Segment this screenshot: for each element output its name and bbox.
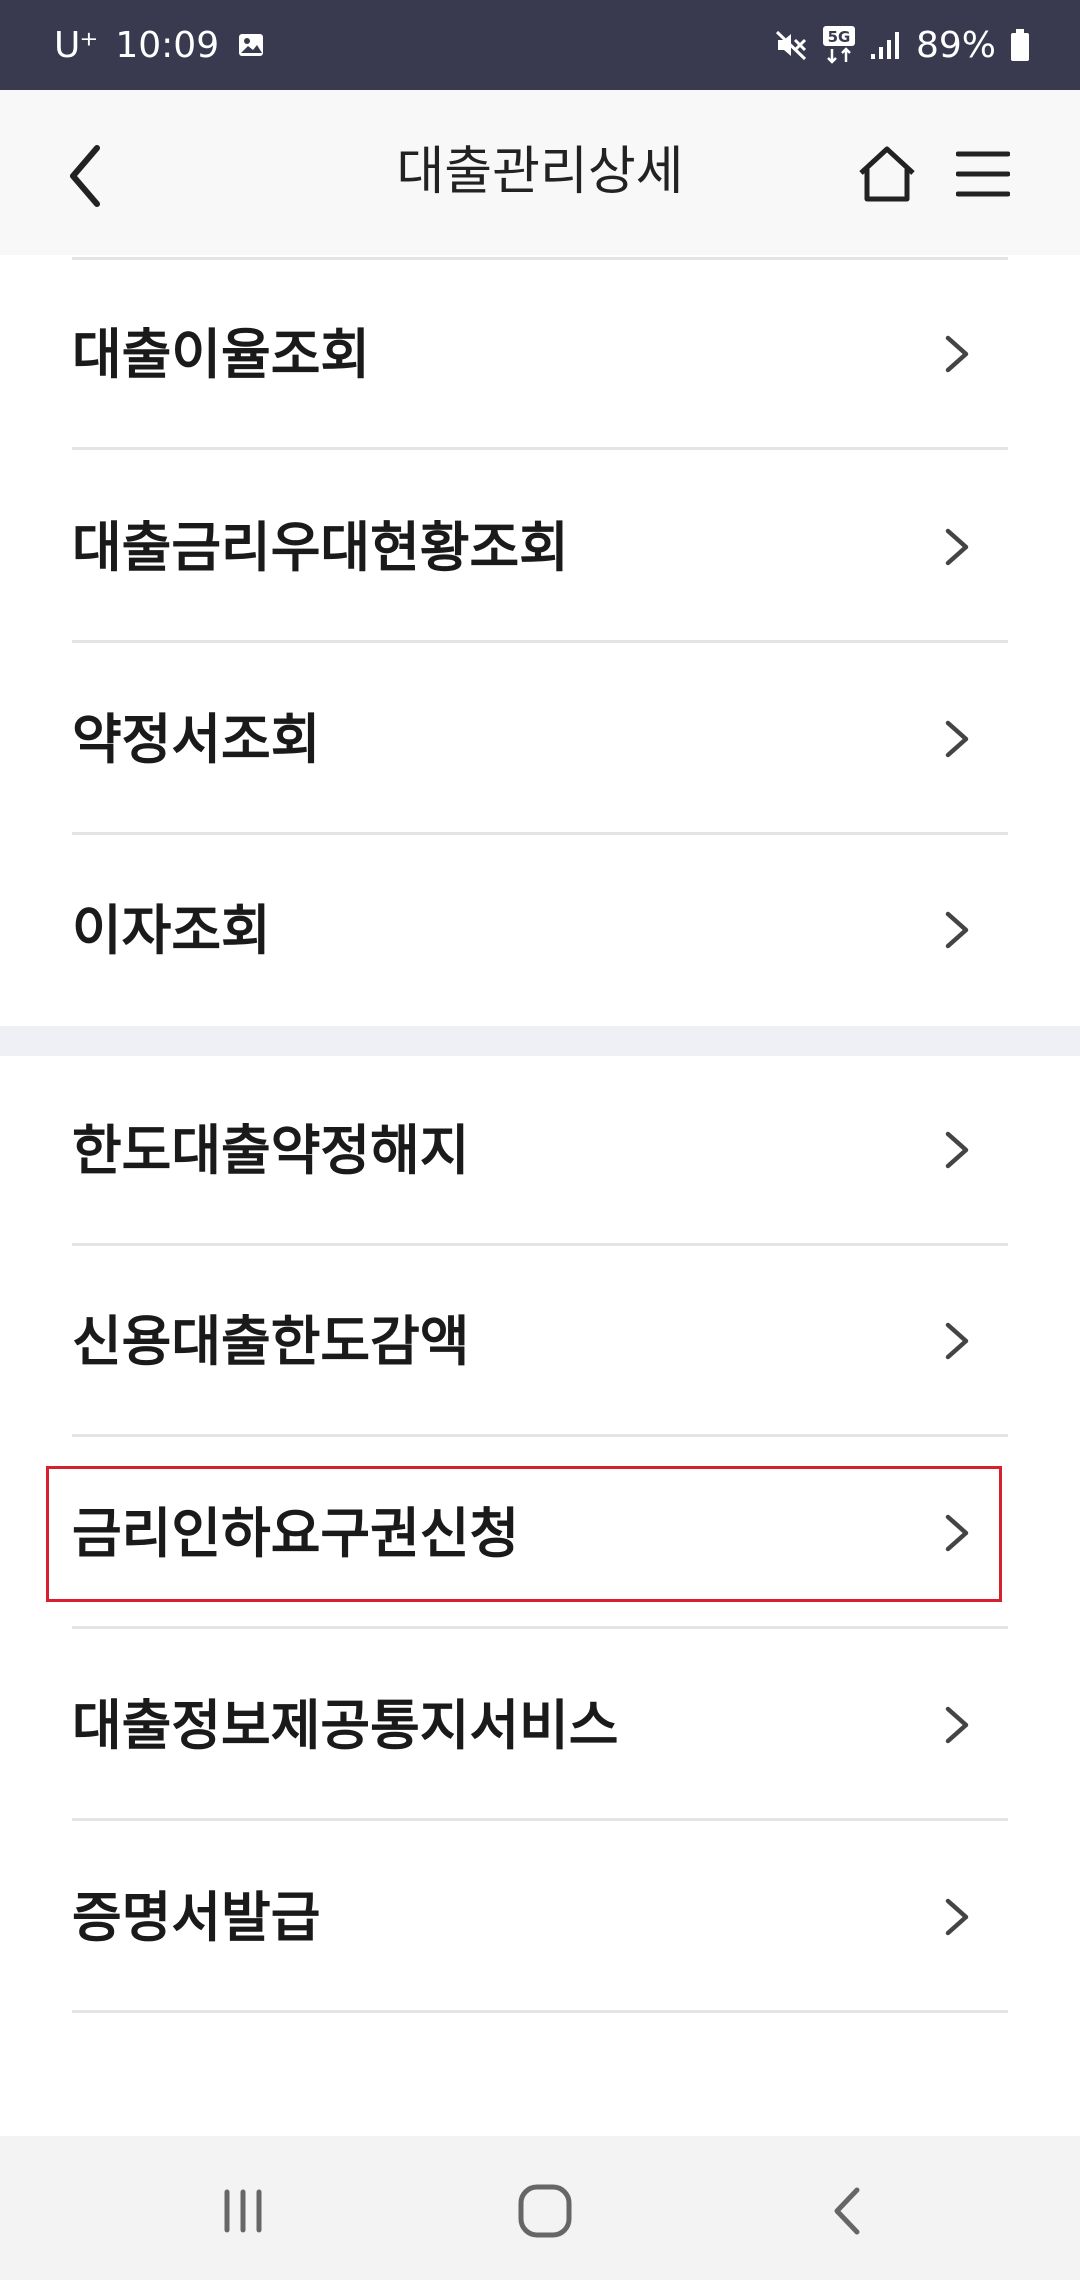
menu-item-rate-cut-request[interactable]: 금리인하요구권신청: [72, 1439, 1008, 1629]
5g-data-icon: 5G: [822, 25, 856, 65]
menu-item-label: 대출이율조회: [72, 323, 371, 386]
status-left: U⁺ 10:09: [54, 0, 265, 90]
recent-apps-button[interactable]: [198, 2166, 288, 2256]
chevron-right-icon: [945, 1898, 969, 1936]
chevron-right-icon: [945, 1514, 969, 1552]
chevron-right-icon: [945, 1706, 969, 1744]
system-back-button[interactable]: [802, 2166, 892, 2256]
back-button[interactable]: [50, 136, 120, 216]
menu-item-label: 대출정보제공통지서비스: [72, 1694, 619, 1757]
menu-button[interactable]: [950, 136, 1016, 212]
carrier-label: U⁺: [54, 24, 98, 66]
network-type-label: 5G: [828, 28, 851, 46]
menu-item-limit-loan-termination[interactable]: 한도대출약정해지: [72, 1056, 1008, 1246]
chevron-right-icon: [945, 911, 969, 949]
system-nav-bar: [0, 2136, 1080, 2280]
status-bar: U⁺ 10:09 5G 89%: [0, 0, 1080, 90]
home-icon: [859, 146, 915, 202]
app-header: 대출관리상세: [0, 90, 1080, 255]
menu-item-label: 대출금리우대현황조회: [72, 516, 569, 579]
chevron-right-icon: [945, 335, 969, 373]
menu-item-loan-rate-inquiry[interactable]: 대출이율조회: [72, 260, 1008, 450]
chevron-right-icon: [945, 1322, 969, 1360]
system-back-icon: [834, 2187, 860, 2235]
status-right: 5G 89%: [760, 0, 1030, 90]
menu-item-label: 한도대출약정해지: [72, 1119, 470, 1182]
menu-item-label: 이자조회: [72, 899, 271, 962]
menu-item-label: 금리인하요구권신청: [72, 1502, 520, 1565]
menu-item-certificate-issuance[interactable]: 증명서발급: [72, 1823, 1008, 2013]
signal-icon: [870, 30, 902, 60]
chevron-right-icon: [945, 528, 969, 566]
menu-item-credit-limit-reduction[interactable]: 신용대출한도감액: [72, 1247, 1008, 1437]
menu-item-label: 증명서발급: [72, 1886, 321, 1949]
home-circle-icon: [518, 2184, 572, 2238]
chevron-right-icon: [945, 720, 969, 758]
chevron-left-icon: [70, 145, 100, 207]
system-home-button[interactable]: [500, 2166, 590, 2256]
menu-item-agreement-inquiry[interactable]: 약정서조회: [72, 645, 1008, 835]
recent-apps-icon: [224, 2189, 262, 2233]
mute-icon: [774, 28, 808, 62]
hamburger-menu-icon: [956, 151, 1010, 197]
menu-item-loan-info-notice-service[interactable]: 대출정보제공통지서비스: [72, 1631, 1008, 1821]
image-notification-icon: [237, 31, 265, 59]
chevron-right-icon: [945, 1131, 969, 1169]
section-divider: [0, 1026, 1080, 1056]
menu-item-label: 약정서조회: [72, 708, 321, 771]
menu-item-label: 신용대출한도감액: [72, 1310, 470, 1373]
menu-item-preferential-rate-inquiry[interactable]: 대출금리우대현황조회: [72, 453, 1008, 643]
battery-percent: 89%: [915, 24, 996, 66]
clock: 10:09: [115, 24, 220, 66]
home-button[interactable]: [850, 136, 924, 212]
menu-item-interest-inquiry[interactable]: 이자조회: [72, 836, 1008, 1026]
battery-icon: [1010, 28, 1030, 62]
